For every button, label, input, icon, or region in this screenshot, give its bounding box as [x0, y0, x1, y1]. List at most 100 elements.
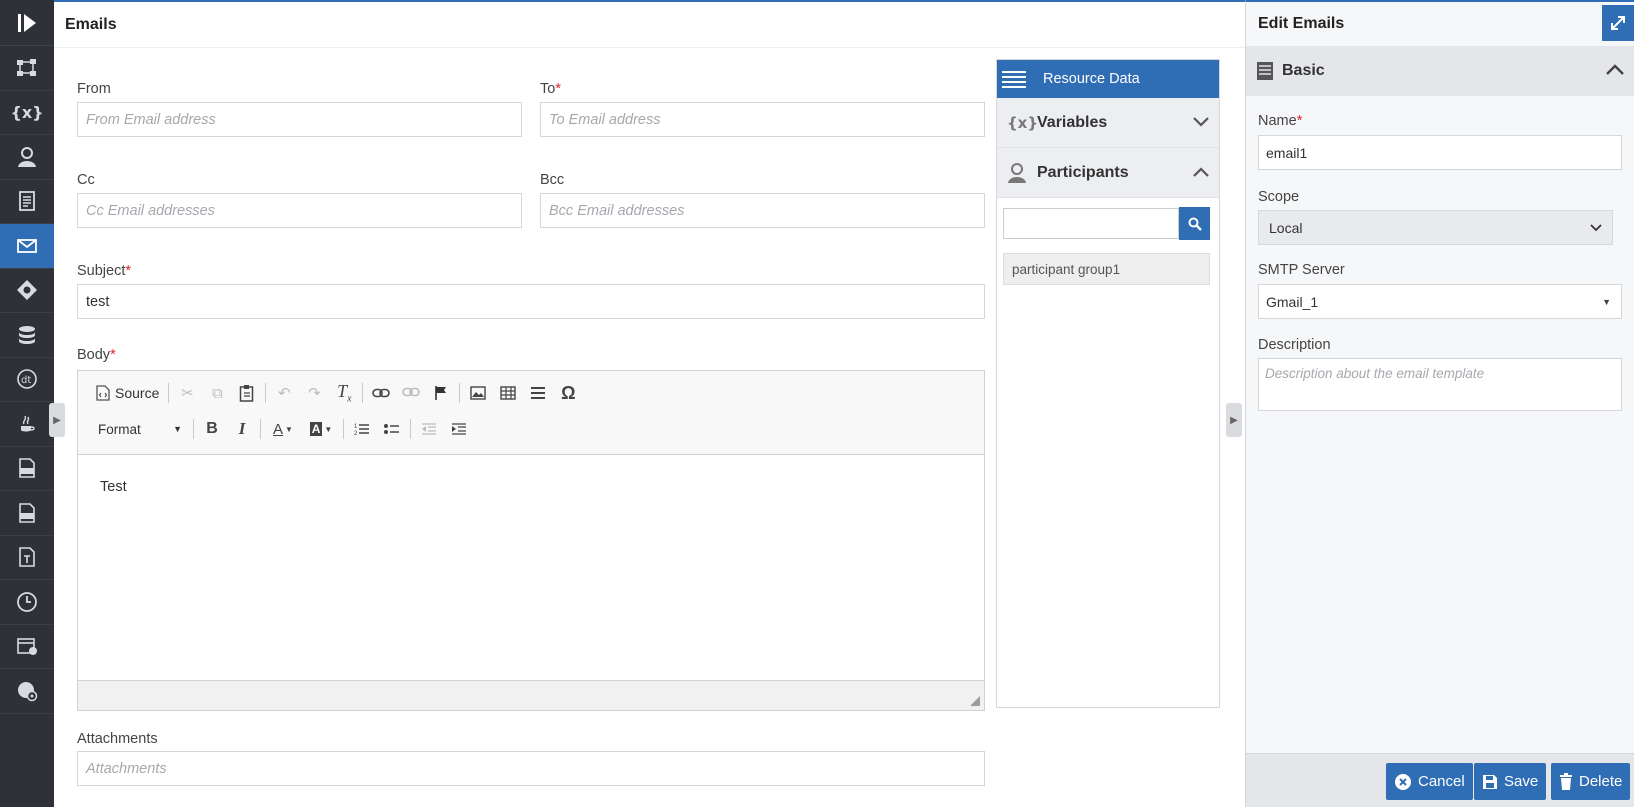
horizontal-line-button[interactable]: [523, 380, 553, 406]
rail-settings[interactable]: [0, 669, 54, 714]
numbered-list-button[interactable]: 12: [347, 416, 377, 442]
description-label: Description: [1258, 337, 1331, 353]
rail-text-files[interactable]: [0, 536, 54, 580]
unlink-button[interactable]: [396, 380, 426, 406]
toolbar-separator: [459, 383, 461, 403]
cc-label: Cc: [77, 172, 95, 188]
participants-label: Participants: [1037, 163, 1129, 181]
source-icon: [96, 385, 110, 401]
save-label: Save: [1504, 773, 1539, 790]
bold-button[interactable]: B: [197, 416, 227, 442]
paste-button[interactable]: [232, 380, 262, 406]
format-dropdown[interactable]: Format ▼: [90, 416, 190, 442]
decrease-indent-button[interactable]: [414, 416, 444, 442]
rail-variables[interactable]: {x}: [0, 91, 54, 135]
panel-expand-icon: ▶: [1230, 414, 1238, 426]
right-panel-toggle[interactable]: ▶: [1226, 403, 1242, 437]
rail-decision-table[interactable]: dt: [0, 358, 54, 402]
expand-icon: [1611, 16, 1625, 30]
image-icon: [470, 386, 487, 400]
left-panel-toggle[interactable]: ▶: [49, 403, 65, 437]
text-file-icon: [19, 547, 35, 568]
scope-select[interactable]: Local: [1258, 210, 1613, 245]
page-title: Emails: [54, 2, 1245, 48]
rail-java[interactable]: [0, 402, 54, 447]
editor-content[interactable]: Test: [78, 455, 984, 681]
undo-icon: ↶: [278, 385, 291, 402]
image-button[interactable]: [463, 380, 493, 406]
to-input[interactable]: To Email address: [540, 102, 985, 137]
omega-icon: Ω: [561, 382, 576, 403]
copy-icon: ⧉: [212, 384, 223, 402]
description-textarea[interactable]: Description about the email template: [1258, 358, 1622, 411]
increase-indent-button[interactable]: [444, 416, 474, 442]
participants-section[interactable]: Participants: [997, 148, 1219, 198]
from-input[interactable]: From Email address: [77, 102, 522, 137]
attachments-input[interactable]: Attachments: [77, 751, 985, 786]
participant-list-item[interactable]: participant group1: [1003, 253, 1210, 285]
database-icon: [19, 325, 35, 344]
subject-input[interactable]: test: [77, 284, 985, 319]
bcc-input[interactable]: Bcc Email addresses: [540, 193, 985, 228]
variables-icon: {x}: [10, 102, 44, 122]
source-button[interactable]: Source: [90, 380, 165, 406]
expand-button[interactable]: [1602, 5, 1634, 41]
css-file-icon: [19, 502, 35, 523]
chevron-down-icon: [1590, 223, 1602, 231]
redo-icon: ↷: [308, 385, 321, 402]
italic-button[interactable]: I: [227, 416, 257, 442]
smtp-server-select[interactable]: Gmail_1 ▼: [1258, 284, 1622, 319]
basic-section-header[interactable]: Basic: [1246, 46, 1634, 96]
rail-emails[interactable]: [0, 224, 54, 269]
document-icon: [19, 191, 35, 212]
remove-format-button[interactable]: Tx: [329, 380, 359, 406]
participant-search-button[interactable]: [1179, 207, 1210, 240]
text-color-button[interactable]: A ▼: [264, 416, 302, 442]
rail-css-files[interactable]: [0, 491, 54, 536]
rail-participants[interactable]: [0, 135, 54, 180]
resize-grip-icon[interactable]: [970, 696, 980, 706]
resource-data-header[interactable]: Resource Data: [997, 60, 1219, 98]
link-button[interactable]: [366, 380, 396, 406]
participant-search-input[interactable]: [1003, 208, 1179, 239]
from-label: From: [77, 81, 111, 97]
rail-timers[interactable]: [0, 580, 54, 625]
delete-button[interactable]: Delete: [1551, 763, 1631, 800]
name-input[interactable]: email1: [1258, 135, 1622, 170]
variables-section[interactable]: {x} Variables: [997, 98, 1219, 148]
panel-expand-icon: ▶: [53, 414, 61, 426]
save-icon: [1483, 774, 1497, 789]
cancel-button[interactable]: Cancel: [1386, 763, 1473, 800]
redo-button[interactable]: ↷: [299, 380, 329, 406]
rail-database[interactable]: [0, 313, 54, 358]
table-button[interactable]: [493, 380, 523, 406]
rail-js-files[interactable]: [0, 447, 54, 491]
cut-icon: ✂: [181, 385, 194, 402]
source-label: Source: [115, 385, 160, 401]
rail-decisions[interactable]: [0, 269, 54, 313]
smtp-server-label: SMTP Server: [1258, 262, 1345, 278]
cc-input[interactable]: Cc Email addresses: [77, 193, 522, 228]
save-button[interactable]: Save: [1474, 763, 1547, 800]
cancel-label: Cancel: [1418, 773, 1465, 790]
scope-label: Scope: [1258, 189, 1300, 205]
rail-calendar[interactable]: [0, 625, 54, 669]
text-color-icon: A: [273, 420, 284, 438]
numbered-list-icon: 12: [354, 424, 369, 436]
anchor-button[interactable]: [426, 380, 456, 406]
copy-button[interactable]: ⧉: [202, 380, 232, 406]
smtp-server-value: Gmail_1: [1266, 293, 1319, 310]
bulleted-list-button[interactable]: [377, 416, 407, 442]
undo-button[interactable]: ↶: [269, 380, 299, 406]
bold-icon: B: [206, 420, 218, 437]
special-char-button[interactable]: Ω: [553, 380, 583, 406]
cut-button[interactable]: ✂: [172, 380, 202, 406]
variables-label: Variables: [1037, 113, 1108, 131]
trash-icon: [1560, 773, 1572, 790]
app-logo[interactable]: [0, 0, 54, 46]
bulleted-list-icon: [384, 424, 399, 434]
rail-documents[interactable]: [0, 180, 54, 224]
toolbar-separator: [265, 383, 267, 403]
rail-process-flow[interactable]: [0, 46, 54, 91]
bg-color-button[interactable]: A ▼: [302, 416, 340, 442]
